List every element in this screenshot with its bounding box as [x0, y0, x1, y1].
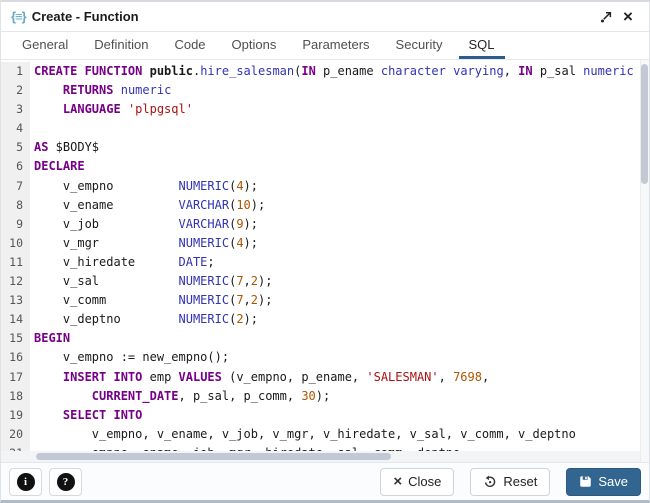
close-button[interactable]: × Close — [380, 468, 454, 496]
code-lines: 1CREATE FUNCTION public.hire_salesman(IN… — [1, 62, 649, 462]
footer-toolbar: i ? × Close Reset — [1, 462, 649, 500]
code-line: 13 v_comm NUMERIC(7,2); — [1, 291, 649, 310]
code-line: 16 v_empno := new_empno(); — [1, 348, 649, 367]
save-button[interactable]: Save — [566, 468, 641, 496]
horizontal-scrollbar-track[interactable] — [1, 451, 640, 462]
tab-options[interactable]: Options — [222, 32, 287, 59]
help-icon: ? — [57, 473, 75, 491]
tab-sql[interactable]: SQL — [459, 32, 505, 59]
tab-parameters[interactable]: Parameters — [292, 32, 379, 59]
create-function-dialog: {≡} Create - Function × General Definiti… — [0, 0, 650, 503]
reset-icon — [483, 475, 497, 489]
vertical-scrollbar-track[interactable] — [640, 60, 649, 462]
tab-definition[interactable]: Definition — [84, 32, 158, 59]
function-icon: {≡} — [11, 9, 26, 24]
reset-button-label: Reset — [503, 474, 537, 489]
reset-button[interactable]: Reset — [470, 468, 550, 496]
help-button[interactable]: ? — [49, 468, 82, 496]
code-line: 14 v_deptno NUMERIC(2); — [1, 310, 649, 329]
tab-bar: General Definition Code Options Paramete… — [1, 32, 649, 60]
maximize-icon[interactable] — [595, 6, 617, 28]
dialog-title: Create - Function — [32, 9, 139, 24]
info-icon: i — [17, 473, 35, 491]
code-line: 11 v_hiredate DATE; — [1, 253, 649, 272]
code-line: 10 v_mgr NUMERIC(4); — [1, 234, 649, 253]
tab-general[interactable]: General — [12, 32, 78, 59]
code-line: 7 v_empno NUMERIC(4); — [1, 177, 649, 196]
vertical-scrollbar-thumb[interactable] — [641, 64, 648, 184]
horizontal-scrollbar-thumb[interactable] — [36, 453, 391, 460]
info-button[interactable]: i — [9, 468, 42, 496]
code-line: 8 v_ename VARCHAR(10); — [1, 196, 649, 215]
code-line: 5AS $BODY$ — [1, 138, 649, 157]
save-button-label: Save — [598, 474, 628, 489]
titlebar: {≡} Create - Function × — [1, 2, 649, 32]
code-line: 20 v_empno, v_ename, v_job, v_mgr, v_hir… — [1, 425, 649, 444]
code-line: 18 CURRENT_DATE, p_sal, p_comm, 30); — [1, 387, 649, 406]
code-line: 1CREATE FUNCTION public.hire_salesman(IN… — [1, 62, 649, 81]
close-icon[interactable]: × — [617, 6, 639, 28]
code-line: 3 LANGUAGE 'plpgsql' — [1, 100, 649, 119]
code-line: 4 — [1, 119, 649, 138]
code-line: 19 SELECT INTO — [1, 406, 649, 425]
code-line: 15BEGIN — [1, 329, 649, 348]
code-area[interactable]: 1CREATE FUNCTION public.hire_salesman(IN… — [1, 60, 649, 462]
tab-code[interactable]: Code — [164, 32, 215, 59]
close-button-label: Close — [408, 474, 441, 489]
code-line: 9 v_job VARCHAR(9); — [1, 215, 649, 234]
code-line: 6DECLARE — [1, 157, 649, 176]
code-line: 17 INSERT INTO emp VALUES (v_empno, p_en… — [1, 368, 649, 387]
code-line: 2 RETURNS numeric — [1, 81, 649, 100]
save-icon — [579, 475, 592, 488]
tab-security[interactable]: Security — [386, 32, 453, 59]
close-x-icon: × — [393, 474, 402, 489]
code-line: 12 v_sal NUMERIC(7,2); — [1, 272, 649, 291]
